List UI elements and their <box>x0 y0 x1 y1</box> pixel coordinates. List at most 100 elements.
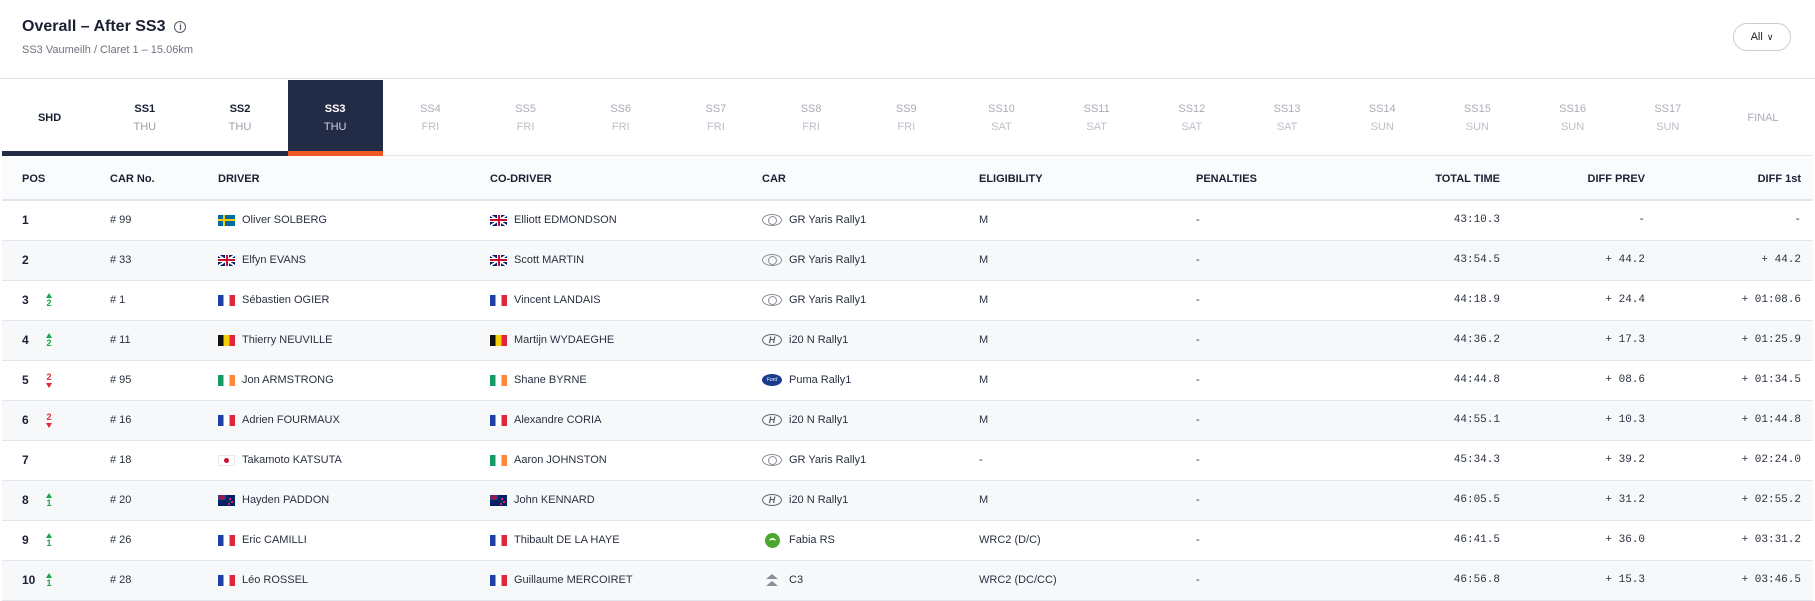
table-row[interactable]: 5 2 # 95 Jon ARMSTRONG Shane BYRNE Ford Puma R… <box>2 360 1813 401</box>
ford-logo-icon: Ford <box>762 373 782 387</box>
col-diff-prev[interactable]: DIFF PREV <box>1508 158 1653 201</box>
co-driver-name[interactable]: Elliott EDMONDSON <box>514 214 617 226</box>
stage-day: FRI <box>802 121 820 133</box>
stage-name: SS16 <box>1559 103 1587 115</box>
col-eligibility[interactable]: ELIGIBILITY <box>979 158 1196 201</box>
col-driver[interactable]: DRIVER <box>218 158 490 201</box>
co-driver-name[interactable]: Scott MARTIN <box>514 254 584 266</box>
tab-ss9[interactable]: SS9 FRI <box>859 80 954 156</box>
table-row[interactable]: 10 1 # 28 Léo ROSSEL Guillaume MERCOIRET C3 WR… <box>2 560 1813 601</box>
position-change: 1 <box>46 497 52 508</box>
stage-day: THU <box>133 121 157 133</box>
table-row[interactable]: 8 1 # 20 Hayden PADDON John KENNARD Hi20 N Ra… <box>2 480 1813 521</box>
col-total-time[interactable]: TOTAL TIME <box>1366 158 1508 201</box>
col-pos[interactable]: POS <box>2 158 110 201</box>
diff-prev: - <box>1508 200 1653 241</box>
penalties: - <box>1196 360 1366 401</box>
fr-flag-icon <box>490 294 507 306</box>
tab-ss1[interactable]: SS1 THU <box>97 80 193 156</box>
driver-name[interactable]: Léo ROSSEL <box>242 574 308 586</box>
tab-ss4[interactable]: SS4 FRI <box>383 80 478 156</box>
col-car-no[interactable]: CAR No. <box>110 158 218 201</box>
tab-ss5[interactable]: SS5 FRI <box>478 80 573 156</box>
se-flag-icon <box>218 214 235 226</box>
penalties: - <box>1196 520 1366 561</box>
car-number: # 11 <box>110 320 218 361</box>
driver-name[interactable]: Elfyn EVANS <box>242 254 306 266</box>
stage-day: FRI <box>707 121 725 133</box>
car-model: GR Yaris Rally1 <box>789 294 867 306</box>
position-change: 2 <box>46 297 52 308</box>
co-driver-name[interactable]: John KENNARD <box>514 494 595 506</box>
co-driver-name[interactable]: Thibault DE LA HAYE <box>514 534 620 546</box>
driver-name[interactable]: Adrien FOURMAUX <box>242 414 340 426</box>
table-row[interactable]: 4 2 # 11 Thierry NEUVILLE Martijn WYDAEGHE Hi… <box>2 320 1813 361</box>
penalties: - <box>1196 560 1366 601</box>
co-driver-name[interactable]: Vincent LANDAIS <box>514 294 601 306</box>
diff-prev: + 36.0 <box>1508 520 1653 561</box>
driver-name[interactable]: Jon ARMSTRONG <box>242 374 334 386</box>
driver-name[interactable]: Thierry NEUVILLE <box>242 334 332 346</box>
col-co-driver[interactable]: CO-DRIVER <box>490 158 762 201</box>
co-driver-name[interactable]: Shane BYRNE <box>514 374 587 386</box>
tab-ss3[interactable]: SS3 THU <box>287 80 383 156</box>
tab-ss16[interactable]: SS16 SUN <box>1525 80 1620 156</box>
driver-name[interactable]: Hayden PADDON <box>242 494 329 506</box>
driver-name[interactable]: Takamoto KATSUTA <box>242 454 342 466</box>
tab-ss12[interactable]: SS12 SAT <box>1144 80 1239 156</box>
table-header-row: POS CAR No. DRIVER CO-DRIVER CAR ELIGIBI… <box>2 158 1813 201</box>
driver-name[interactable]: Eric CAMILLI <box>242 534 307 546</box>
table-row[interactable]: 9 1 # 26 Eric CAMILLI Thibault DE LA HAYE Fab… <box>2 520 1813 561</box>
position: 6 <box>22 413 29 427</box>
table-row[interactable]: 7 # 18 Takamoto KATSUTA Aaron JOHNSTON GR Ya… <box>2 440 1813 481</box>
table-row[interactable]: 1 # 99 Oliver SOLBERG Elliott EDMONDSON GR Y… <box>2 200 1813 241</box>
co-driver-name[interactable]: Martijn WYDAEGHE <box>514 334 614 346</box>
citroen-logo-icon <box>762 573 782 587</box>
tab-ss11[interactable]: SS11 SAT <box>1049 80 1144 156</box>
tab-ss13[interactable]: SS13 SAT <box>1239 80 1334 156</box>
jp-flag-icon <box>218 454 235 466</box>
driver-name[interactable]: Oliver SOLBERG <box>242 214 327 226</box>
tab-ss17[interactable]: SS17 SUN <box>1620 80 1715 156</box>
table-row[interactable]: 2 # 33 Elfyn EVANS Scott MARTIN GR Yaris Ral… <box>2 240 1813 281</box>
tab-ss14[interactable]: SS14 SUN <box>1335 80 1430 156</box>
tab-ss2[interactable]: SS2 THU <box>192 80 288 156</box>
driver-name[interactable]: Sébastien OGIER <box>242 294 329 306</box>
car-model: i20 N Rally1 <box>789 414 849 426</box>
stage-name: SS4 <box>419 103 441 115</box>
col-diff-first[interactable]: DIFF 1st <box>1653 158 1813 201</box>
filter-dropdown[interactable]: All ∨ <box>1733 23 1791 51</box>
tab-ss15[interactable]: SS15 SUN <box>1430 80 1525 156</box>
ie-flag-icon <box>218 374 235 386</box>
stage-day: SUN <box>1370 121 1394 133</box>
hyundai-logo-icon: H <box>762 493 782 507</box>
co-driver-name[interactable]: Aaron JOHNSTON <box>514 454 607 466</box>
eligibility: M <box>979 480 1196 521</box>
co-driver-name[interactable]: Alexandre CORIA <box>514 414 601 426</box>
co-driver-name[interactable]: Guillaume MERCOIRET <box>514 574 633 586</box>
total-time: 44:55.1 <box>1366 400 1508 441</box>
car-model: Fabia RS <box>789 534 835 546</box>
position-up-icon: 2 <box>46 332 52 348</box>
table-row[interactable]: 3 2 # 1 Sébastien OGIER Vincent LANDAIS GR Ya… <box>2 280 1813 321</box>
be-flag-icon <box>218 334 235 346</box>
col-car[interactable]: CAR <box>762 158 979 201</box>
stage-name: SS8 <box>800 103 822 115</box>
car-number: # 1 <box>110 280 218 321</box>
diff-prev: + 44.2 <box>1508 240 1653 281</box>
col-penalties[interactable]: PENALTIES <box>1196 158 1366 201</box>
table-row[interactable]: 6 2 # 16 Adrien FOURMAUX Alexandre CORIA Hi20… <box>2 400 1813 441</box>
total-time: 45:34.3 <box>1366 440 1508 481</box>
tab-ss7[interactable]: SS7 FRI <box>668 80 763 156</box>
tab-ss10[interactable]: SS10 SAT <box>954 80 1049 156</box>
tab-ss8[interactable]: SS8 FRI <box>764 80 859 156</box>
gb-flag-icon <box>490 214 507 226</box>
tab-ss6[interactable]: SS6 FRI <box>573 80 668 156</box>
diff-first: + 03:46.5 <box>1653 560 1813 601</box>
total-time: 44:36.2 <box>1366 320 1508 361</box>
tab-shd[interactable]: SHD <box>2 80 98 156</box>
position-change: 1 <box>46 577 52 588</box>
position: 4 <box>22 333 29 347</box>
info-icon[interactable]: i <box>174 21 187 33</box>
tab-final[interactable]: FINAL <box>1715 80 1810 156</box>
